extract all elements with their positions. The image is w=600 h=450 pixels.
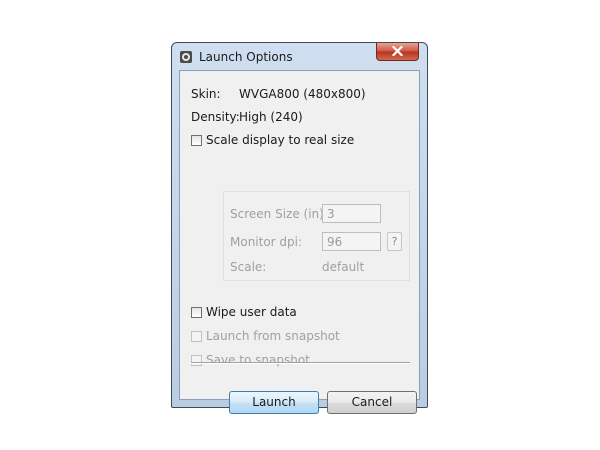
wipe-user-data-label: Wipe user data	[206, 305, 297, 319]
density-value: High (240)	[239, 110, 303, 124]
cancel-button[interactable]: Cancel	[327, 391, 417, 414]
title-bar[interactable]: Launch Options	[172, 43, 427, 70]
wipe-user-data-option[interactable]: Wipe user data	[191, 305, 297, 319]
window-title: Launch Options	[199, 50, 293, 64]
wipe-user-data-checkbox[interactable]	[191, 306, 202, 318]
density-label: Density:	[191, 110, 240, 124]
monitor-dpi-label: Monitor dpi:	[230, 235, 303, 249]
launch-from-snapshot-checkbox[interactable]	[191, 330, 202, 342]
scale-display-checkbox[interactable]	[191, 134, 202, 146]
close-button[interactable]	[376, 43, 419, 61]
skin-value: WVGA800 (480x800)	[239, 87, 366, 101]
skin-label: Skin:	[191, 87, 221, 101]
monitor-dpi-input[interactable]: 96	[322, 232, 381, 251]
screen-size-input[interactable]: 3	[322, 204, 381, 223]
scale-value: default	[322, 260, 365, 274]
save-to-snapshot-label: Save to snapshot	[206, 353, 310, 367]
dialog-body: Skin: WVGA800 (480x800) Density: High (2…	[179, 70, 420, 414]
launch-from-snapshot-label: Launch from snapshot	[206, 329, 340, 343]
launch-button[interactable]: Launch	[229, 391, 319, 414]
launch-options-dialog: Launch Options Skin: WVGA800 (480x800) D…	[171, 42, 428, 414]
dpi-help-button[interactable]: ?	[387, 232, 402, 251]
save-to-snapshot-option[interactable]: Save to snapshot	[191, 353, 310, 367]
scale-label: Scale:	[230, 260, 267, 274]
scale-settings-group: Screen Size (in): 3 Monitor dpi: 96 ? Sc…	[223, 191, 410, 281]
separator	[191, 362, 410, 364]
screen-size-label: Screen Size (in):	[230, 207, 328, 221]
close-icon	[391, 44, 404, 59]
launch-from-snapshot-option[interactable]: Launch from snapshot	[191, 329, 340, 343]
emulator-icon	[179, 50, 193, 64]
scale-display-option[interactable]: Scale display to real size	[191, 133, 354, 147]
scale-display-label: Scale display to real size	[206, 133, 355, 147]
